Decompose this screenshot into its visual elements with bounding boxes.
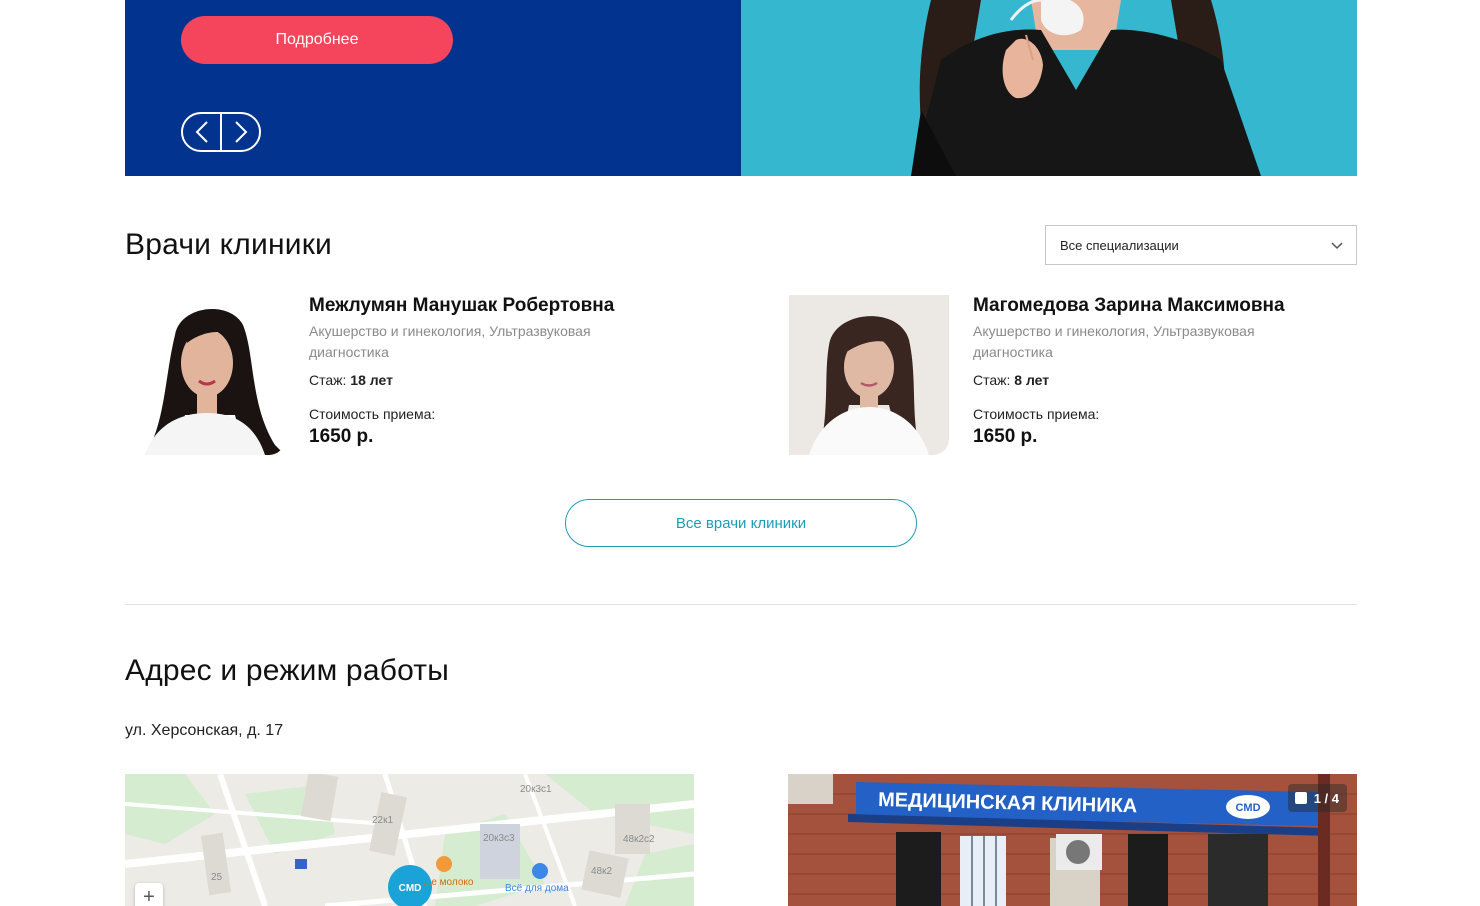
doctor-info: Магомедова Зарина Максимовна Акушерство …	[973, 295, 1333, 449]
specialization-select[interactable]: Все специализации	[1045, 225, 1357, 265]
promo-banner-image	[741, 0, 1357, 176]
doctor-name[interactable]: Межлумян Манушак Робертовна	[309, 295, 669, 317]
address-section-title: Адрес и режим работы	[125, 654, 450, 687]
map-marker-label[interactable]: CMD	[399, 883, 422, 894]
doctor-card[interactable]: Магомедова Зарина Максимовна Акушерство …	[789, 295, 1349, 455]
map-label: 48к2с2	[623, 834, 655, 845]
map-label: 25	[211, 872, 223, 883]
map-label: 20к3с1	[520, 784, 552, 795]
slider-controls	[181, 112, 261, 152]
promo-banner-panel: Подробнее	[125, 0, 741, 176]
doctor-name[interactable]: Магомедова Зарина Максимовна	[973, 295, 1333, 317]
slider-prev-button[interactable]	[183, 114, 220, 150]
doctor-photo[interactable]	[125, 295, 285, 455]
doctor-experience: Стаж: 8 лет	[973, 371, 1333, 389]
clinic-building-photo: МЕДИЦИНСКАЯ КЛИНИКА CMD	[788, 774, 1357, 906]
doctor-experience: Стаж: 18 лет	[309, 371, 669, 389]
clinic-photo-gallery[interactable]: МЕДИЦИНСКАЯ КЛИНИКА CMD 1 / 4	[788, 774, 1357, 906]
experience-label: Стаж:	[973, 372, 1011, 388]
doctor-info: Межлумян Манушак Робертовна Акушерство и…	[309, 295, 669, 449]
specialization-select-value: Все специализации	[1060, 237, 1179, 253]
doctor-with-mask-illustration	[741, 0, 1357, 176]
map-label: ...е молоко	[423, 877, 474, 888]
map-label: Всё для дома	[505, 883, 569, 894]
promo-banner: Подробнее	[125, 0, 1357, 176]
doctor-specialty: Акушерство и гинекология, Ультразвуковая…	[309, 323, 591, 360]
price-label: Стоимость приема:	[309, 406, 436, 422]
chevron-down-icon	[1331, 242, 1343, 250]
doctor-price: 1650 р.	[973, 426, 1038, 447]
more-details-button[interactable]: Подробнее	[181, 16, 453, 64]
experience-value: 8 лет	[1014, 372, 1050, 388]
photo-counter-text: 1 / 4	[1313, 790, 1339, 806]
arrow-left-icon	[195, 121, 208, 143]
map-label: 22к1	[372, 815, 393, 826]
map-label: 48к2	[591, 866, 612, 877]
slider-next-button[interactable]	[220, 114, 259, 150]
clinic-map[interactable]: CMD 20к3с1 22к1 20к3с3 48к2с2 48к2 25 ..…	[125, 774, 694, 906]
map-zoom-in-button[interactable]: +	[135, 883, 163, 906]
map-tiles: CMD 20к3с1 22к1 20к3с3 48к2с2 48к2 25 ..…	[125, 774, 694, 906]
clinic-sign-logo: CMD	[1235, 802, 1260, 814]
doctor-price: 1650 р.	[309, 426, 374, 447]
doctor-specialty: Акушерство и гинекология, Ультразвуковая…	[973, 323, 1255, 360]
price-label: Стоимость приема:	[973, 406, 1100, 422]
photo-counter: 1 / 4	[1287, 784, 1347, 812]
arrow-right-icon	[234, 121, 247, 143]
clinic-address: ул. Херсонская, д. 17	[125, 722, 284, 739]
doctor-photo[interactable]	[789, 295, 949, 455]
experience-label: Стаж:	[309, 372, 347, 388]
experience-value: 18 лет	[350, 372, 393, 388]
doctors-section-title: Врачи клиники	[125, 228, 332, 261]
all-doctors-button[interactable]: Все врачи клиники	[565, 499, 917, 547]
map-label: 20к3с3	[483, 833, 515, 844]
doctor-card[interactable]: Межлумян Манушак Робертовна Акушерство и…	[125, 295, 685, 455]
section-divider	[125, 604, 1357, 605]
gallery-icon	[1294, 792, 1307, 804]
